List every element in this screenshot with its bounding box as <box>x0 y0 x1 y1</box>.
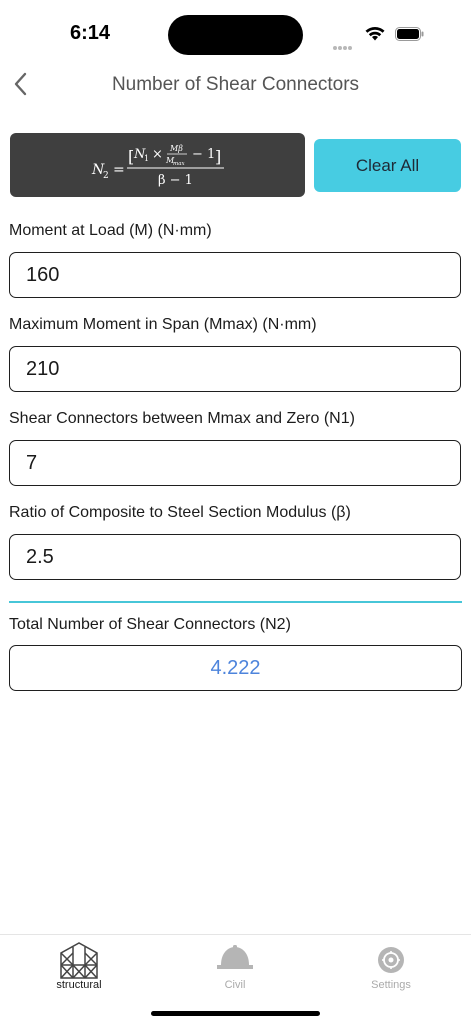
tab-civil-label: Civil <box>224 979 246 991</box>
tab-civil[interactable]: Civil <box>170 939 300 991</box>
formula-lhs-sub: 2 <box>103 171 109 181</box>
home-indicator <box>151 1011 320 1016</box>
wifi-icon <box>364 24 386 47</box>
formula-n1-sub: 1 <box>144 154 149 163</box>
tab-structural-label: structural <box>56 979 102 991</box>
status-bar: 6:14 <box>0 0 471 60</box>
clear-all-button[interactable]: Clear All <box>314 139 461 192</box>
ratio-input[interactable]: 2.5 <box>9 534 461 580</box>
formula-frac-top: Mβ <box>169 144 183 153</box>
battery-icon <box>395 27 424 41</box>
shear-connectors-label: Shear Connectors between Mmax and Zero (… <box>9 410 355 427</box>
formula-image: N 2 = [ N 1 × Mβ M max − 1 ] β − 1 <box>10 133 305 197</box>
dynamic-island <box>168 15 303 55</box>
tab-settings[interactable]: Settings <box>326 939 456 991</box>
formula-equals: = <box>113 162 125 178</box>
formula-bracket-close: ] <box>215 147 221 166</box>
result-label: Total Number of Shear Connectors (N2) <box>9 616 291 633</box>
result-divider <box>9 601 462 603</box>
tab-settings-label: Settings <box>371 979 411 991</box>
page-title: Number of Shear Connectors <box>111 74 360 95</box>
navigation-bar: Number of Shear Connectors <box>0 62 471 106</box>
formula-times: × <box>152 147 163 162</box>
ratio-label: Ratio of Composite to Steel Section Modu… <box>9 504 351 521</box>
status-time: 6:14 <box>70 22 111 44</box>
gear-icon <box>378 947 404 973</box>
formula-denominator: β − 1 <box>158 173 193 188</box>
structure-frame-icon <box>60 942 98 979</box>
shear-connectors-input[interactable]: 7 <box>9 440 461 486</box>
hard-hat-icon <box>217 945 253 969</box>
max-moment-input[interactable]: 210 <box>9 346 461 392</box>
moment-label: Moment at Load (M) (N·mm) <box>9 222 212 239</box>
formula-frac-bot-sub: max <box>173 161 185 167</box>
cellular-signal-icon <box>333 37 353 55</box>
moment-input[interactable]: 160 <box>9 252 461 298</box>
result-value: 4.222 <box>9 645 462 691</box>
max-moment-label: Maximum Moment in Span (Mmax) (N·mm) <box>9 316 317 333</box>
tab-structural[interactable]: structural <box>14 939 144 991</box>
formula-minus-one: − 1 <box>192 147 215 162</box>
